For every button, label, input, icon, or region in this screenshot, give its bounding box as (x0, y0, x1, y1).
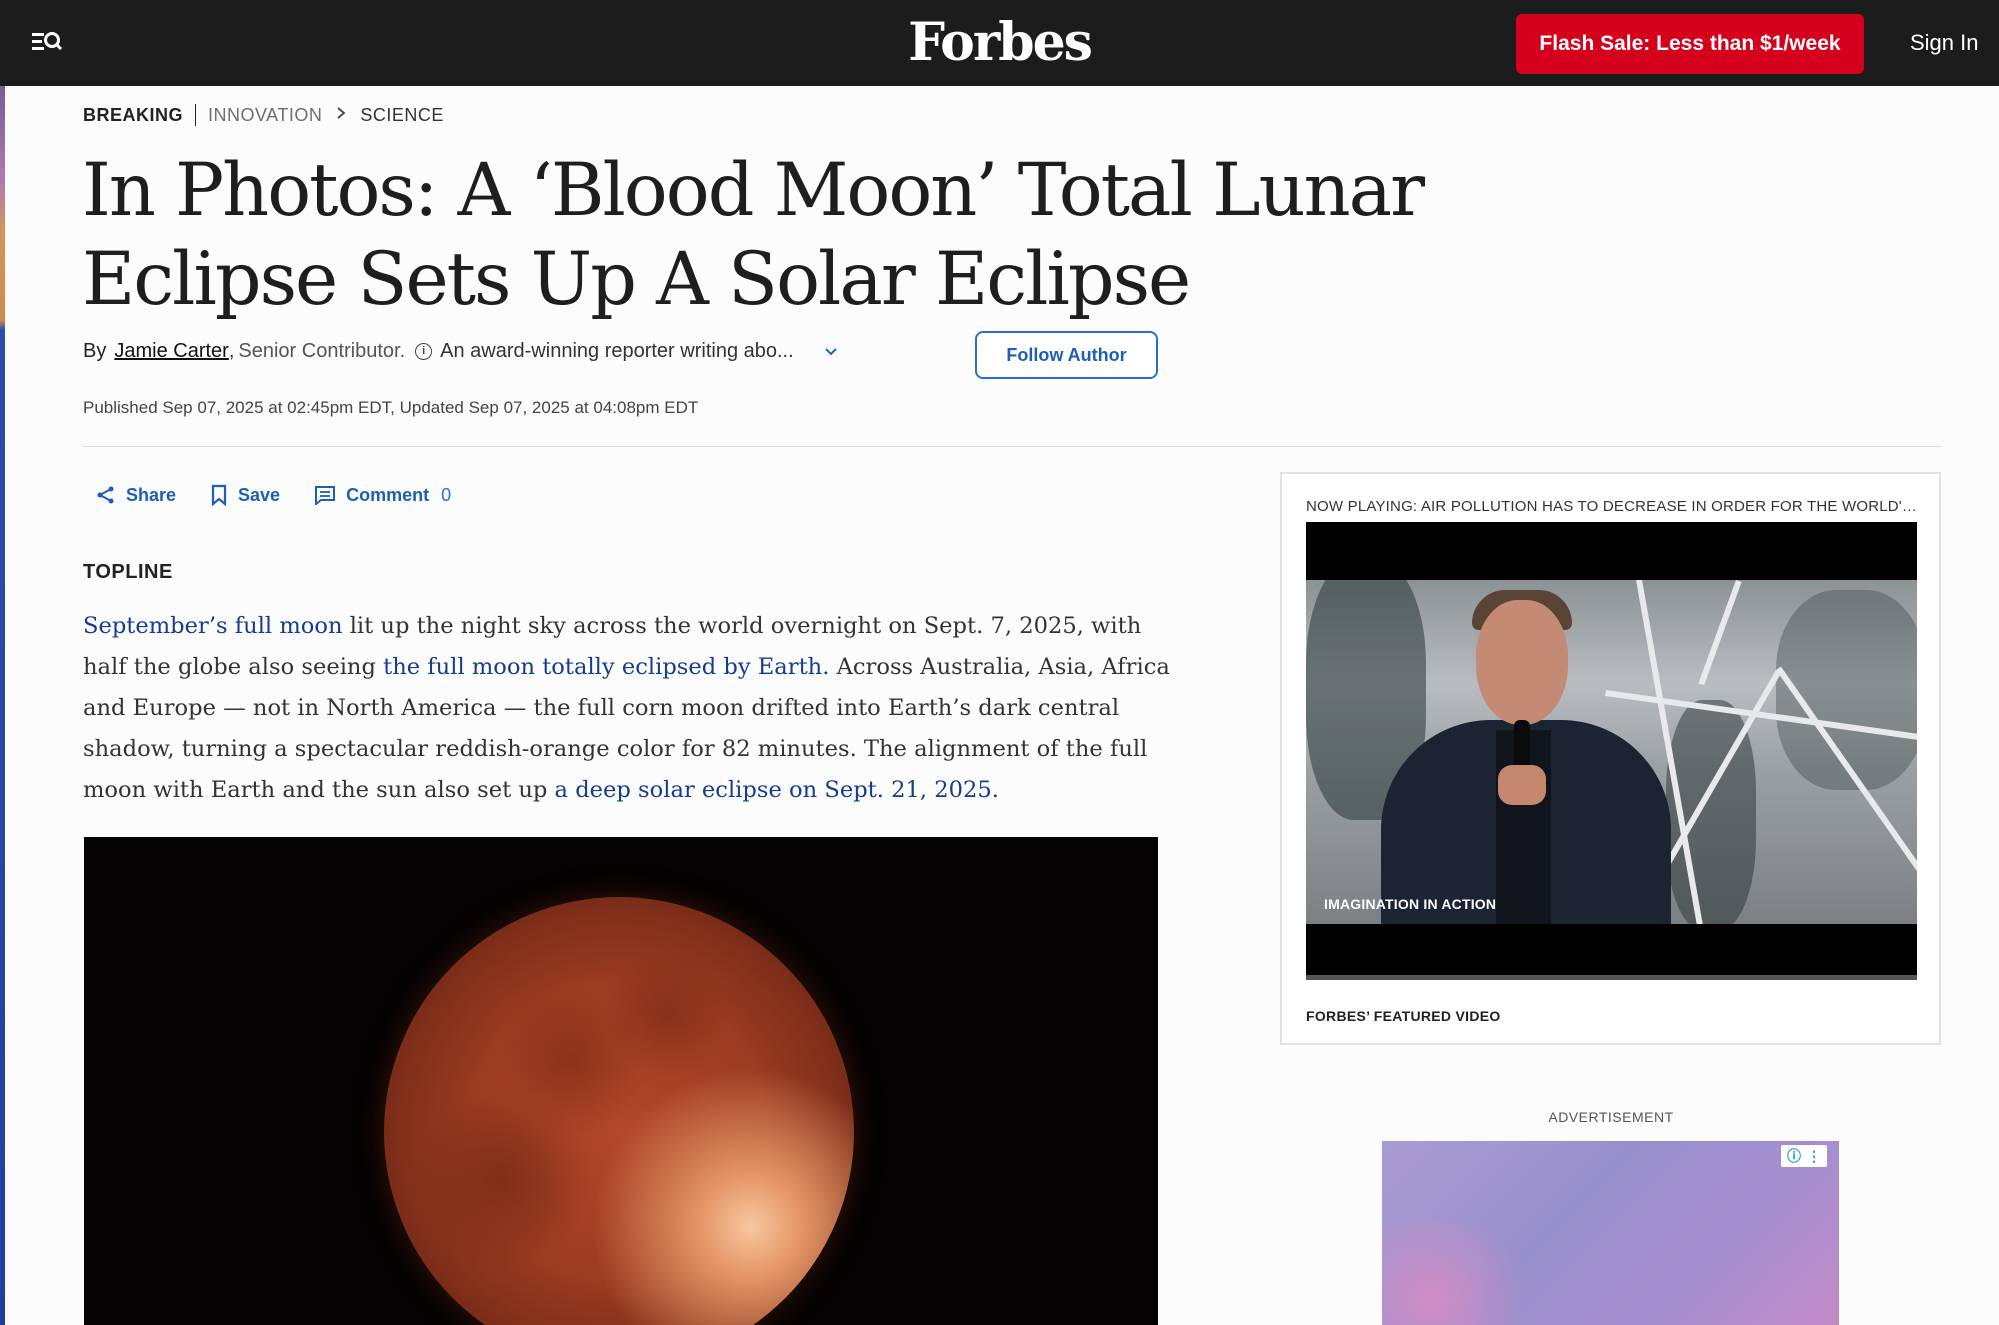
featured-video-card: NOW PLAYING: AIR POLLUTION HAS TO DECREA… (1280, 472, 1941, 1045)
publish-date: Published Sep 07, 2025 at 02:45pm EDT, U… (83, 398, 699, 417)
author-role: Senior Contributor. (238, 340, 406, 362)
article-headline: In Photos: A ‘Blood Moon’ Total Lunar Ec… (82, 148, 1425, 322)
ad-more-icon[interactable]: ⋮ (1804, 1146, 1824, 1166)
video-progress-bar[interactable] (1306, 975, 1917, 980)
breadcrumb-divider (195, 104, 197, 126)
share-icon (97, 486, 114, 504)
share-label: Share (126, 484, 177, 505)
byline: By Jamie Carter , Senior Contributor. i … (83, 340, 838, 363)
share-button[interactable]: Share (96, 485, 176, 506)
comment-label: Comment (346, 484, 430, 505)
article-paragraph: September’s full moon lit up the night s… (83, 606, 1173, 811)
top-nav-bar: Forbes Flash Sale: Less than $1/week Sig… (0, 0, 1999, 86)
save-label: Save (238, 484, 281, 505)
sign-in-link[interactable]: Sign In (1910, 30, 1979, 56)
hero-image-blood-moon (84, 837, 1158, 1325)
now-playing-title: NOW PLAYING: AIR POLLUTION HAS TO DECREA… (1306, 498, 1921, 515)
left-edge-stripe (0, 0, 5, 1325)
video-frame: IMAGINATION IN ACTION (1306, 580, 1917, 924)
breadcrumb-innovation[interactable]: INNOVATION (208, 105, 322, 126)
video-player[interactable]: IMAGINATION IN ACTION (1306, 522, 1917, 980)
link-full-moon-eclipsed[interactable]: the full moon totally eclipsed by Earth (383, 654, 822, 680)
byline-prefix: By (83, 340, 107, 362)
featured-video-label: FORBES’ FEATURED VIDEO (1306, 1008, 1501, 1024)
link-solar-eclipse[interactable]: a deep solar eclipse on Sept. 21, 2025 (555, 777, 992, 803)
flash-sale-button[interactable]: Flash Sale: Less than $1/week (1516, 14, 1864, 74)
comment-count: 0 (441, 484, 452, 505)
breadcrumb: BREAKING INNOVATION SCIENCE (83, 104, 444, 126)
save-button[interactable]: Save (210, 484, 280, 506)
comment-button[interactable]: Comment 0 (314, 485, 451, 506)
advertisement-label: ADVERTISEMENT (1548, 1109, 1674, 1125)
breaking-badge: BREAKING (83, 104, 184, 125)
article-actions: Share Save Comment 0 (96, 484, 485, 506)
breadcrumb-science[interactable]: SCIENCE (360, 105, 444, 126)
info-icon[interactable]: i (415, 343, 433, 360)
chevron-right-icon (336, 106, 346, 125)
paragraph-text-3: . (991, 777, 999, 803)
comment-icon (315, 486, 336, 505)
link-september-full-moon[interactable]: September’s full moon (83, 613, 343, 639)
menu-search-icon[interactable] (30, 28, 64, 58)
author-bio: An award-winning reporter writing abo... (440, 340, 794, 362)
author-suffix: , (228, 340, 235, 362)
topline-heading: TOPLINE (83, 561, 173, 583)
bookmark-icon (211, 484, 227, 506)
video-overlay-tag: IMAGINATION IN ACTION (1324, 896, 1497, 912)
ad-controls: ⓘ ⋮ (1781, 1145, 1827, 1167)
divider (83, 446, 1942, 447)
advertisement-banner[interactable]: ⓘ ⋮ (1382, 1141, 1839, 1325)
ad-info-icon[interactable]: ⓘ (1784, 1146, 1804, 1166)
author-link[interactable]: Jamie Carter (114, 340, 228, 363)
follow-author-button[interactable]: Follow Author (975, 331, 1158, 379)
moon-graphic (384, 897, 854, 1325)
chevron-down-icon[interactable] (824, 344, 838, 360)
